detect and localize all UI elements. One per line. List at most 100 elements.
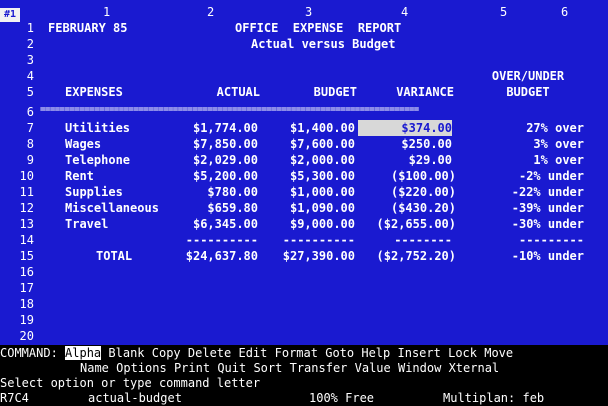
pct-cell[interactable]: -2% under <box>470 168 584 184</box>
total-label[interactable]: TOTAL <box>96 248 132 264</box>
variance-cell[interactable]: ($100.00) <box>358 168 456 184</box>
command-options[interactable]: Options <box>116 361 167 375</box>
budget-cell[interactable]: $2,000.00 <box>257 152 355 168</box>
report-date-cell[interactable]: FEBRUARY 85 <box>48 20 127 36</box>
row-label-travel[interactable]: Travel <box>65 216 108 232</box>
row-header-20[interactable]: 20 <box>0 328 34 344</box>
actual-header[interactable]: ACTUAL <box>170 84 260 100</box>
command-print[interactable]: Print <box>174 361 210 375</box>
row-header-10[interactable]: 10 <box>0 168 34 184</box>
command-transfer[interactable]: Transfer <box>290 361 348 375</box>
variance-cell[interactable]: ($220.00) <box>358 184 456 200</box>
row-header-17[interactable]: 17 <box>0 280 34 296</box>
command-xternal[interactable]: Xternal <box>449 361 500 375</box>
budget-cell[interactable]: $5,300.00 <box>257 168 355 184</box>
multiplan-window: #1 1 2 3 4 5 6 1 2 3 4 5 6 7 8 9 10 11 1… <box>0 0 608 406</box>
column-header-4[interactable]: 4 <box>401 4 408 20</box>
row-header-13[interactable]: 13 <box>0 216 34 232</box>
header-separator: ========================================… <box>40 105 419 115</box>
actual-cell[interactable]: $6,345.00 <box>160 216 258 232</box>
row-header-19[interactable]: 19 <box>0 312 34 328</box>
total-budget-cell[interactable]: $27,390.00 <box>257 248 355 264</box>
variance-cell[interactable]: $250.00 <box>358 136 452 152</box>
column-header-5[interactable]: 5 <box>500 4 507 20</box>
command-quit[interactable]: Quit <box>217 361 246 375</box>
command-format[interactable]: Format <box>275 346 318 360</box>
row-header-3[interactable]: 3 <box>0 52 34 68</box>
command-name[interactable]: Name <box>80 361 109 375</box>
variance-underline: -------- <box>394 233 452 247</box>
actual-cell[interactable]: $659.80 <box>160 200 258 216</box>
row-label-supplies[interactable]: Supplies <box>65 184 123 200</box>
row-header-12[interactable]: 12 <box>0 200 34 216</box>
row-header-15[interactable]: 15 <box>0 248 34 264</box>
row-header-2[interactable]: 2 <box>0 36 34 52</box>
pct-cell[interactable]: 27% over <box>470 120 584 136</box>
over-under-header-bottom[interactable]: BUDGET <box>478 84 578 100</box>
row-label-wages[interactable]: Wages <box>65 136 101 152</box>
pct-cell[interactable]: 3% over <box>470 136 584 152</box>
variance-cell[interactable]: ($430.20) <box>358 200 456 216</box>
row-header-1[interactable]: 1 <box>0 20 34 36</box>
budget-cell[interactable]: $1,400.00 <box>257 120 355 136</box>
command-sort[interactable]: Sort <box>253 361 282 375</box>
actual-cell[interactable]: $7,850.00 <box>160 136 258 152</box>
column-header-6[interactable]: 6 <box>561 4 568 20</box>
command-blank[interactable]: Blank <box>108 346 144 360</box>
row-header-9[interactable]: 9 <box>0 152 34 168</box>
command-copy[interactable]: Copy <box>152 346 181 360</box>
pct-cell[interactable]: 1% over <box>470 152 584 168</box>
variance-cell[interactable]: $29.00 <box>358 152 452 168</box>
command-goto[interactable]: Goto <box>325 346 354 360</box>
pct-cell[interactable]: -22% under <box>470 184 584 200</box>
report-subtitle-cell[interactable]: Actual versus Budget <box>251 36 396 52</box>
budget-header[interactable]: BUDGET <box>267 84 357 100</box>
column-header-1[interactable]: 1 <box>103 4 110 20</box>
actual-cell[interactable]: $1,774.00 <box>160 120 258 136</box>
command-delete[interactable]: Delete <box>188 346 231 360</box>
budget-cell[interactable]: $9,000.00 <box>257 216 355 232</box>
row-label-miscellaneous[interactable]: Miscellaneous <box>65 200 159 216</box>
actual-cell[interactable]: $5,200.00 <box>160 168 258 184</box>
budget-cell[interactable]: $1,000.00 <box>257 184 355 200</box>
row-header-6[interactable]: 6 <box>0 104 34 120</box>
pct-cell[interactable]: -30% under <box>470 216 584 232</box>
command-move[interactable]: Move <box>484 346 513 360</box>
actual-cell[interactable]: $780.00 <box>160 184 258 200</box>
column-header-3[interactable]: 3 <box>305 4 312 20</box>
command-window[interactable]: Window <box>398 361 441 375</box>
row-header-8[interactable]: 8 <box>0 136 34 152</box>
pct-cell[interactable]: -39% under <box>470 200 584 216</box>
row-header-16[interactable]: 16 <box>0 264 34 280</box>
row-header-4[interactable]: 4 <box>0 68 34 84</box>
command-edit[interactable]: Edit <box>238 346 267 360</box>
over-under-header-top[interactable]: OVER/UNDER <box>478 68 578 84</box>
budget-cell[interactable]: $1,090.00 <box>257 200 355 216</box>
variance-cell[interactable]: ($2,655.00) <box>358 216 456 232</box>
variance-cell-selected[interactable]: $374.00 <box>358 120 452 136</box>
row-label-utilities[interactable]: Utilities <box>65 120 130 136</box>
report-title-cell[interactable]: OFFICE EXPENSE REPORT <box>235 20 401 36</box>
row-header-5[interactable]: 5 <box>0 84 34 100</box>
row-header-14[interactable]: 14 <box>0 232 34 248</box>
cell-contents: actual-budget <box>88 391 182 405</box>
total-pct-cell[interactable]: -10% under <box>470 248 584 264</box>
command-value[interactable]: Value <box>355 361 391 375</box>
total-actual-cell[interactable]: $24,637.80 <box>160 248 258 264</box>
actual-cell[interactable]: $2,029.00 <box>160 152 258 168</box>
row-header-18[interactable]: 18 <box>0 296 34 312</box>
command-help[interactable]: Help <box>361 346 390 360</box>
row-header-11[interactable]: 11 <box>0 184 34 200</box>
command-insert[interactable]: Insert <box>398 346 441 360</box>
column-header-2[interactable]: 2 <box>207 4 214 20</box>
row-label-telephone[interactable]: Telephone <box>65 152 130 168</box>
total-variance-cell[interactable]: ($2,752.20) <box>358 248 456 264</box>
expenses-header[interactable]: EXPENSES <box>65 84 123 100</box>
variance-header[interactable]: VARIANCE <box>360 84 454 100</box>
spreadsheet-area: #1 1 2 3 4 5 6 1 2 3 4 5 6 7 8 9 10 11 1… <box>0 0 608 345</box>
row-label-rent[interactable]: Rent <box>65 168 94 184</box>
command-lock[interactable]: Lock <box>448 346 477 360</box>
command-alpha[interactable]: Alpha <box>65 346 102 360</box>
budget-cell[interactable]: $7,600.00 <box>257 136 355 152</box>
row-header-7[interactable]: 7 <box>0 120 34 136</box>
